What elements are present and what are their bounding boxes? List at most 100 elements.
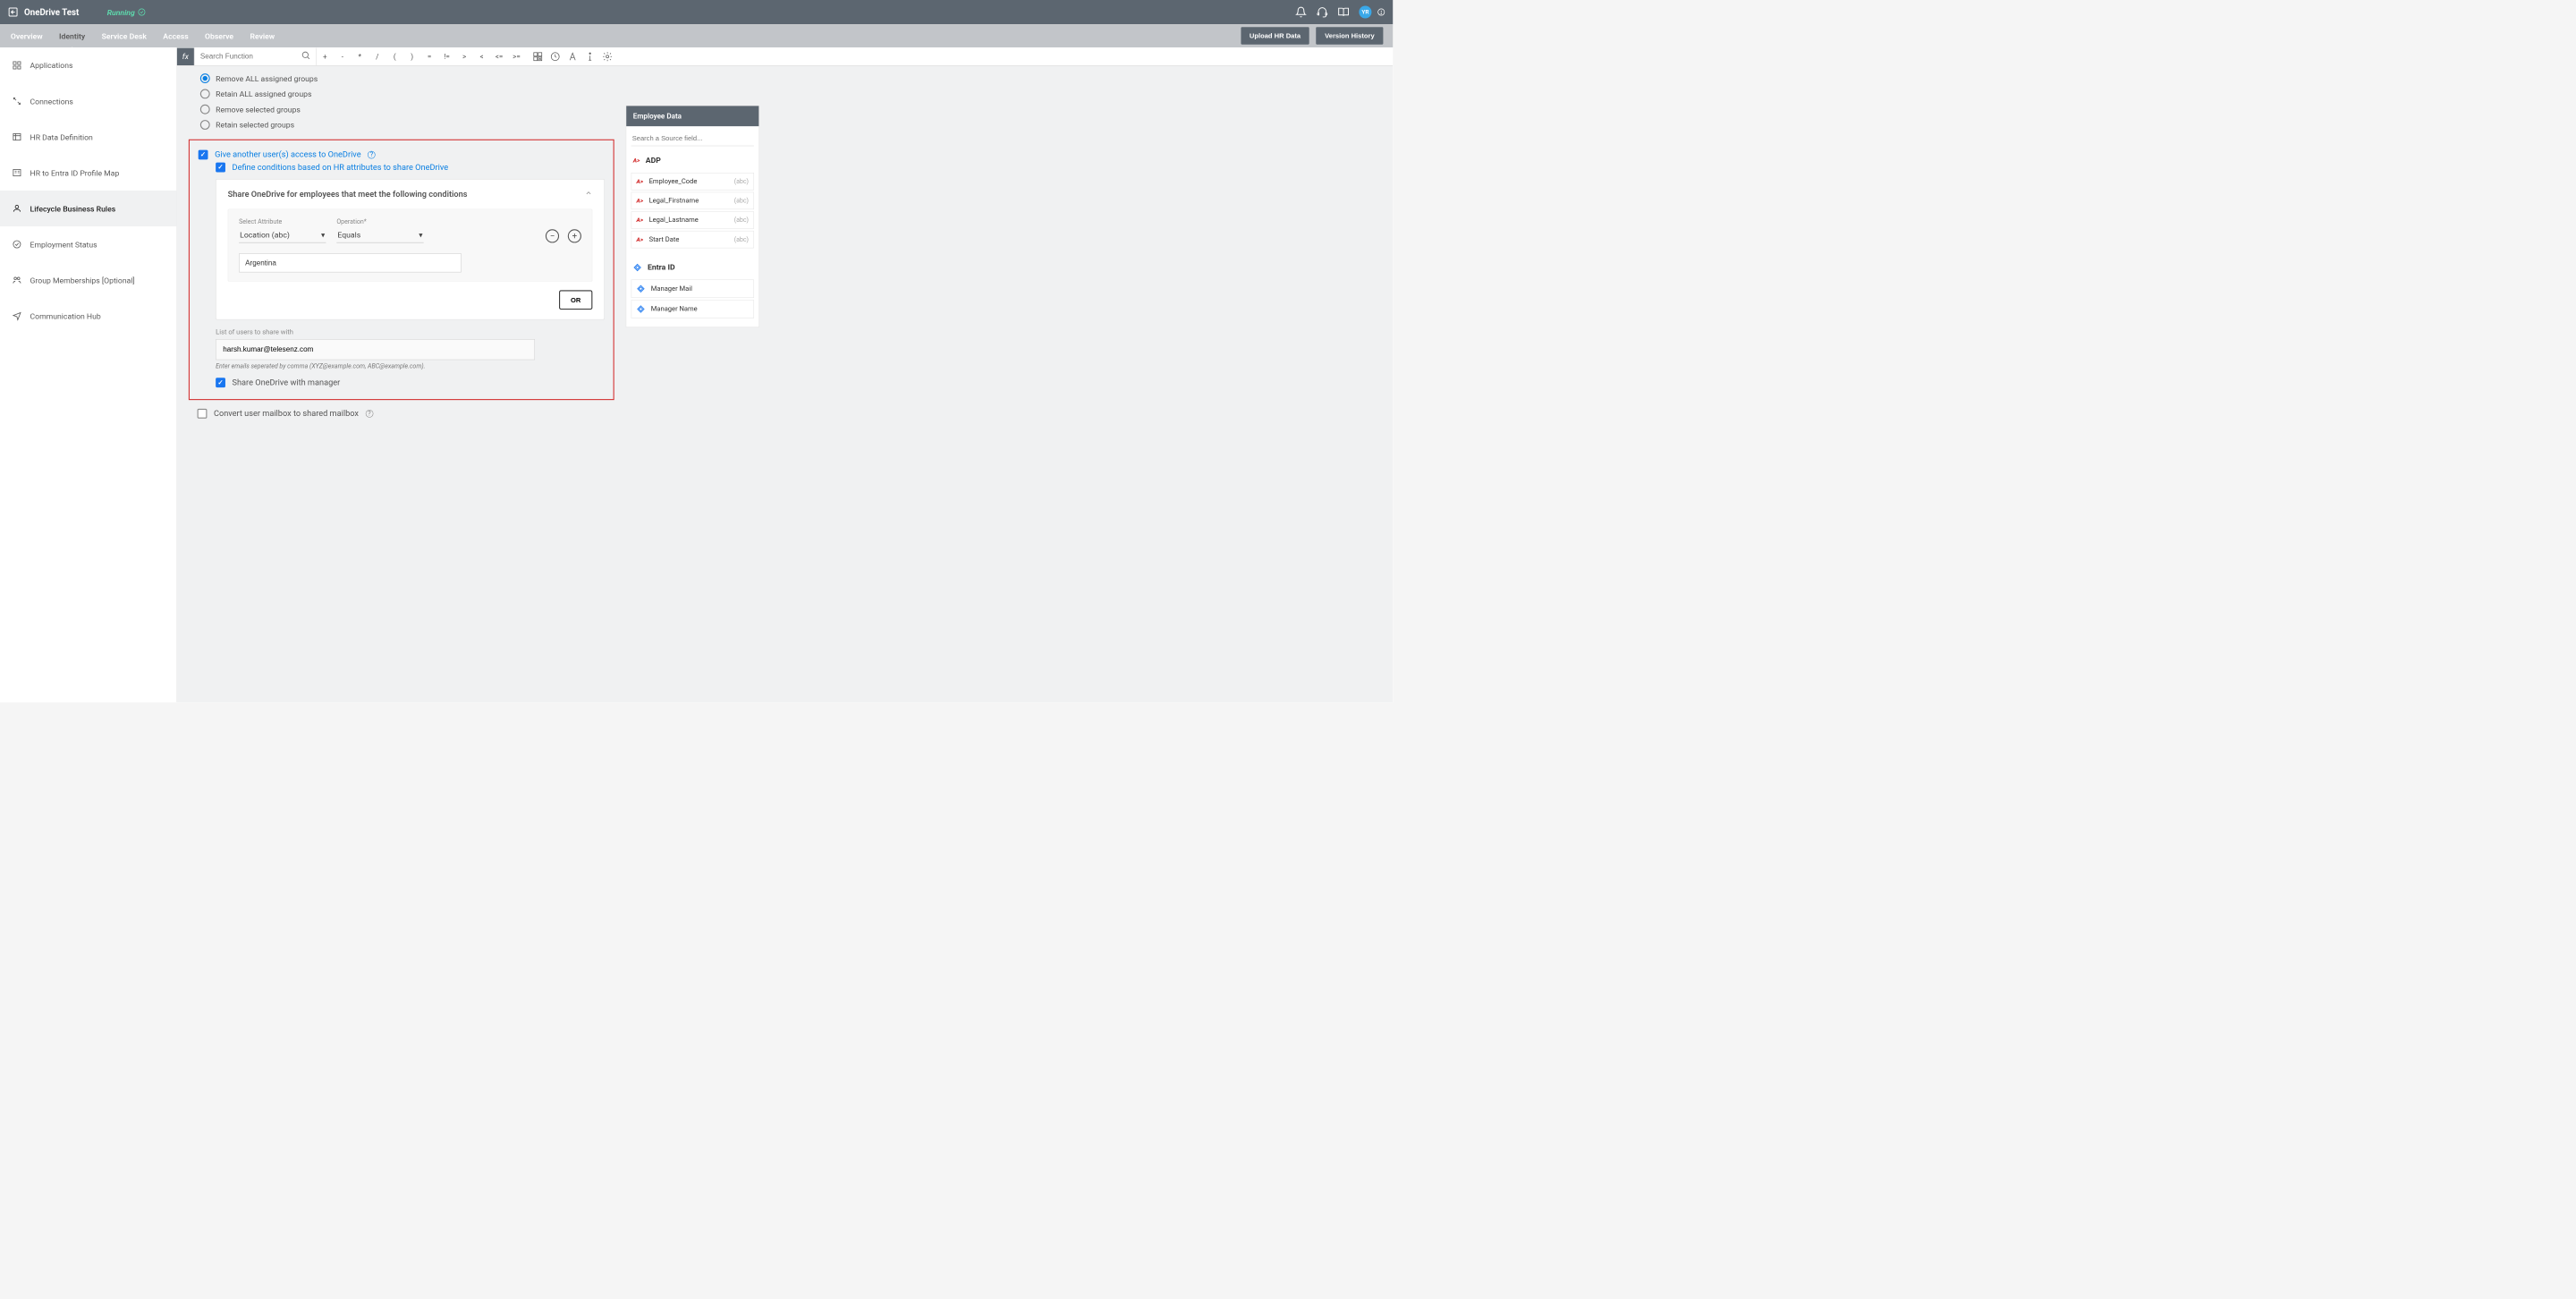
sidebar-item-applications[interactable]: Applications: [0, 47, 176, 83]
conditions-body: Select Attribute Location (abc) ▾ Operat…: [228, 209, 593, 282]
grid-icon[interactable]: [530, 47, 547, 64]
attribute-select[interactable]: Location (abc) ▾: [239, 227, 326, 242]
version-history-button[interactable]: Version History: [1316, 27, 1383, 44]
tab-service-desk[interactable]: Service Desk: [100, 30, 147, 43]
operator-button[interactable]: +: [317, 47, 334, 64]
sidebar-item-employment-status[interactable]: Employment Status: [0, 226, 176, 262]
operator-button[interactable]: (: [386, 47, 402, 64]
help-icon[interactable]: ?: [368, 151, 376, 159]
gear-icon[interactable]: [598, 47, 615, 64]
sidebar-item-group-memberships-optional-[interactable]: Group Memberships [Optional]: [0, 262, 176, 298]
alert-icon[interactable]: [1377, 8, 1385, 16]
radio-option[interactable]: Remove selected groups: [200, 102, 614, 117]
give-access-row[interactable]: Give another user(s) access to OneDrive …: [199, 150, 605, 160]
source-field[interactable]: A>Legal_Lastname(abc): [631, 211, 754, 228]
search-icon[interactable]: [301, 51, 311, 63]
sidebar-item-hr-to-entra-id-profile-map[interactable]: HR to Entra ID Profile Map: [0, 155, 176, 191]
field-name: Legal_Lastname: [649, 216, 699, 225]
tab-access[interactable]: Access: [162, 30, 190, 43]
define-conditions-row[interactable]: Define conditions based on HR attributes…: [216, 163, 605, 173]
sidebar-item-lifecycle-business-rules[interactable]: Lifecycle Business Rules: [0, 191, 176, 226]
source-field[interactable]: A>Start Date(abc): [631, 231, 754, 248]
chevron-up-icon[interactable]: [585, 189, 593, 199]
bell-icon[interactable]: [1295, 6, 1307, 18]
operator-button[interactable]: -: [334, 47, 351, 64]
users-email-input[interactable]: [216, 339, 535, 360]
source-field[interactable]: A>Employee_Code(abc): [631, 173, 754, 190]
operator-button[interactable]: <: [473, 47, 490, 64]
operation-select[interactable]: Equals ▾: [336, 227, 423, 242]
font-icon[interactable]: [564, 47, 580, 64]
add-condition-button[interactable]: +: [568, 229, 581, 242]
tab-overview[interactable]: Overview: [10, 30, 44, 43]
back-icon[interactable]: [8, 7, 19, 18]
radio-button[interactable]: [200, 105, 210, 115]
radio-group: Remove ALL assigned groupsRetain ALL ass…: [189, 71, 614, 132]
adp-icon: A>: [637, 178, 644, 185]
provider-entra-id[interactable]: Entra ID: [626, 257, 758, 277]
give-access-checkbox[interactable]: [199, 150, 208, 160]
operator-button[interactable]: >=: [508, 47, 525, 64]
operator-button[interactable]: !=: [438, 47, 455, 64]
operator-button[interactable]: =: [420, 47, 437, 64]
sidebar-icon: [12, 132, 22, 142]
sidebar-icon: [12, 203, 22, 214]
radio-button[interactable]: [200, 120, 210, 130]
convert-mailbox-checkbox[interactable]: [198, 409, 208, 419]
onedrive-access-section: Give another user(s) access to OneDrive …: [189, 140, 614, 400]
operator-button[interactable]: ): [403, 47, 420, 64]
or-button[interactable]: OR: [559, 290, 592, 310]
entra-icon: [633, 263, 642, 272]
condition-value-input[interactable]: [239, 253, 462, 272]
radio-option[interactable]: Retain selected groups: [200, 117, 614, 132]
info-icon[interactable]: [581, 47, 598, 64]
status-text: Running: [107, 7, 135, 16]
radio-option[interactable]: Retain ALL assigned groups: [200, 86, 614, 101]
help-icon[interactable]: ?: [366, 410, 374, 418]
search-function-input[interactable]: [194, 47, 316, 64]
status-badge: Running: [107, 7, 146, 16]
operator-button[interactable]: /: [369, 47, 386, 64]
conditions-title: Share OneDrive for employees that meet t…: [228, 190, 468, 200]
convert-mailbox-row[interactable]: Convert user mailbox to shared mailbox ?: [189, 409, 614, 419]
source-field[interactable]: A>Legal_Firstname(abc): [631, 192, 754, 209]
upload-hr-button[interactable]: Upload HR Data: [1241, 27, 1309, 44]
share-manager-checkbox[interactable]: [216, 378, 225, 387]
remove-condition-button[interactable]: −: [546, 229, 559, 242]
headset-icon[interactable]: [1317, 6, 1328, 18]
entra-icon: [637, 305, 646, 314]
sidebar-item-hr-data-definition[interactable]: HR Data Definition: [0, 119, 176, 155]
sidebar-item-label: HR to Entra ID Profile Map: [30, 168, 120, 177]
source-field-search[interactable]: [631, 130, 754, 146]
sidebar-item-connections[interactable]: Connections: [0, 83, 176, 119]
radio-button[interactable]: [200, 73, 210, 83]
formula-bar: fx +-*/()=!=><<=>=: [177, 47, 1393, 66]
sidebar-item-communication-hub[interactable]: Communication Hub: [0, 298, 176, 334]
provider-label: Entra ID: [648, 263, 675, 272]
tab-review[interactable]: Review: [249, 30, 275, 43]
operator-button[interactable]: *: [352, 47, 369, 64]
source-field[interactable]: Manager Mail: [631, 280, 754, 299]
avatar[interactable]: YR: [1359, 5, 1371, 18]
field-name: Employee_Code: [649, 177, 698, 185]
users-list-label: List of users to share with: [216, 328, 605, 336]
share-manager-row[interactable]: Share OneDrive with manager: [216, 378, 605, 387]
operator-button[interactable]: <=: [490, 47, 507, 64]
radio-option[interactable]: Remove ALL assigned groups: [200, 71, 614, 86]
define-conditions-checkbox[interactable]: [216, 163, 225, 173]
field-name: Manager Mail: [651, 284, 692, 293]
provider-adp[interactable]: A>ADP: [626, 150, 758, 171]
field-name: Manager Name: [651, 305, 698, 313]
source-field[interactable]: Manager Name: [631, 300, 754, 318]
tab-identity[interactable]: Identity: [58, 30, 86, 43]
sidebar-icon: [12, 310, 22, 321]
conditions-panel: Share OneDrive for employees that meet t…: [216, 179, 605, 319]
book-icon[interactable]: [1338, 6, 1350, 18]
sidebar-item-label: Connections: [30, 97, 73, 106]
conditions-header[interactable]: Share OneDrive for employees that meet t…: [216, 180, 605, 207]
tab-observe[interactable]: Observe: [204, 30, 234, 43]
radio-button[interactable]: [200, 89, 210, 98]
sidebar-icon: [12, 275, 22, 285]
clock-icon[interactable]: [547, 47, 564, 64]
operator-button[interactable]: >: [455, 47, 472, 64]
